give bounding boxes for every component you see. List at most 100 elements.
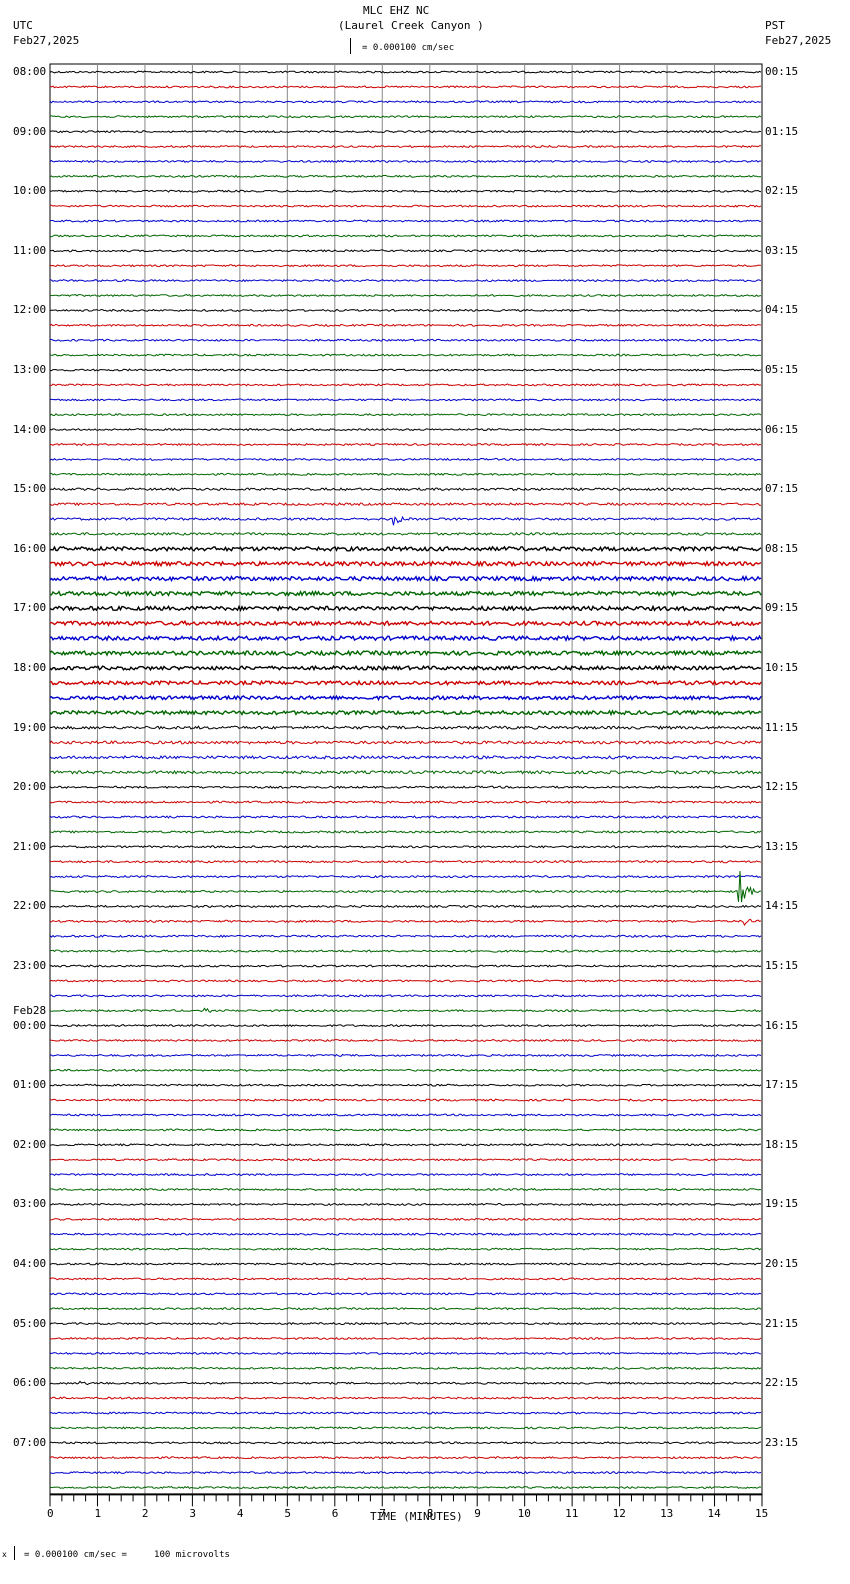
seismic-trace <box>49 1038 762 1043</box>
seismic-trace <box>50 442 762 447</box>
seismic-trace <box>49 949 762 953</box>
helicorder-page: MLC EHZ NC (Laurel Creek Canyon ) UTC Fe… <box>0 0 850 1584</box>
seismic-trace <box>49 1456 762 1460</box>
x-tick-label: 5 <box>284 1507 291 1521</box>
seismic-trace <box>49 560 762 568</box>
x-tick-label: 10 <box>517 1507 531 1521</box>
pst-hour-label: 12:15 <box>765 780 799 794</box>
x-tick-label: 11 <box>565 1507 579 1521</box>
seismic-trace <box>49 234 762 238</box>
seismic-trace <box>49 1217 762 1221</box>
pst-hour-label: 08:15 <box>765 541 799 555</box>
utc-hour-label: 17:00 <box>13 601 47 615</box>
seismic-trace <box>50 1411 762 1415</box>
seismic-trace <box>49 129 762 134</box>
x-tick-label: 14 <box>707 1507 721 1521</box>
pst-hour-label: 02:15 <box>765 184 799 198</box>
utc-hour-label: 05:00 <box>13 1316 47 1330</box>
seismic-trace <box>49 100 762 104</box>
seismic-trace <box>49 664 762 672</box>
utc-hour-label: 09:00 <box>13 124 47 138</box>
seismic-trace <box>49 1366 762 1370</box>
seismic-trace <box>49 487 762 492</box>
pst-hour-label: 17:15 <box>765 1078 799 1092</box>
pst-hour-label: 13:15 <box>765 839 799 853</box>
utc-hour-label: 02:00 <box>13 1137 47 1151</box>
seismic-trace <box>50 994 762 998</box>
seismic-trace <box>49 531 762 536</box>
seismic-trace <box>49 1470 762 1475</box>
seismic-trace <box>49 1173 762 1177</box>
seismic-trace <box>49 219 762 223</box>
seismic-trace <box>49 85 762 89</box>
pst-hour-label: 05:15 <box>765 363 799 376</box>
seismic-trace <box>49 574 762 583</box>
utc-hour-label: 14:00 <box>13 422 47 436</box>
seismic-trace <box>49 1143 761 1147</box>
pst-hour-label: 00:15 <box>765 65 799 78</box>
seismic-trace <box>49 934 762 938</box>
seismic-trace <box>49 1336 762 1341</box>
pst-hour-label: 11:15 <box>765 720 799 734</box>
x-tick-label: 4 <box>236 1507 244 1521</box>
seismic-trace <box>49 457 761 462</box>
utc-hour-label: 12:00 <box>13 303 47 317</box>
seismic-trace <box>49 1380 762 1386</box>
seismic-trace <box>49 694 762 702</box>
utc-hour-label: 22:00 <box>13 899 47 913</box>
seismic-trace <box>49 70 762 74</box>
seismic-trace <box>49 515 762 526</box>
seismic-trace <box>49 1426 762 1430</box>
utc-hour-label: 01:00 <box>13 1078 47 1092</box>
pst-hour-label: 01:15 <box>765 124 799 138</box>
seismic-trace <box>49 1187 762 1192</box>
pst-hour-label: 04:15 <box>765 303 799 317</box>
seismic-trace <box>49 545 762 553</box>
utc-hour-label: 06:00 <box>13 1376 47 1390</box>
x-tick-label: 13 <box>660 1507 674 1521</box>
seismic-trace <box>49 174 762 178</box>
footer-mark: x <box>2 1550 7 1559</box>
seismic-trace <box>49 1128 762 1132</box>
pst-hour-label: 20:15 <box>765 1257 799 1270</box>
x-tick-label: 3 <box>189 1507 197 1521</box>
seismic-trace <box>49 1277 762 1281</box>
seismic-trace <box>49 204 762 208</box>
seismic-trace <box>49 279 762 283</box>
seismic-trace <box>49 368 762 372</box>
seismic-trace <box>49 649 762 657</box>
seismic-trace <box>49 398 762 402</box>
pst-hour-label: 23:15 <box>765 1435 799 1449</box>
seismic-trace <box>49 353 762 357</box>
seismic-trace <box>49 1485 762 1490</box>
seismic-trace <box>49 904 762 909</box>
seismic-trace <box>49 979 762 983</box>
seismic-trace <box>49 815 762 819</box>
x-tick-label: 1 <box>94 1507 102 1521</box>
seismic-trace <box>49 264 762 268</box>
seismic-trace <box>49 874 762 879</box>
pst-hour-label: 03:15 <box>765 243 799 257</box>
seismic-trace <box>49 679 762 687</box>
utc-hour-label: 16:00 <box>13 541 47 555</box>
seismic-trace <box>49 1083 762 1087</box>
pst-hour-label: 19:15 <box>765 1197 799 1211</box>
seismic-trace <box>49 870 762 903</box>
seismic-trace <box>49 502 761 507</box>
plot-frame <box>49 63 763 1495</box>
seismic-trace <box>49 589 762 598</box>
seismic-trace <box>49 830 762 834</box>
seismic-trace <box>49 785 762 789</box>
seismic-trace <box>49 1113 762 1117</box>
seismic-trace <box>49 1024 762 1028</box>
seismic-trace <box>49 189 762 193</box>
seismogram-plot <box>49 63 763 1507</box>
seismic-trace <box>49 413 762 417</box>
utc-hour-label: 18:00 <box>13 661 47 674</box>
seismic-trace <box>49 1232 762 1236</box>
seismic-trace <box>49 1007 762 1013</box>
x-tick-label: 6 <box>331 1507 339 1521</box>
seismic-trace <box>49 604 762 613</box>
utc-hour-label: 08:00 <box>13 65 47 78</box>
utc-hour-label: 10:00 <box>13 184 47 198</box>
